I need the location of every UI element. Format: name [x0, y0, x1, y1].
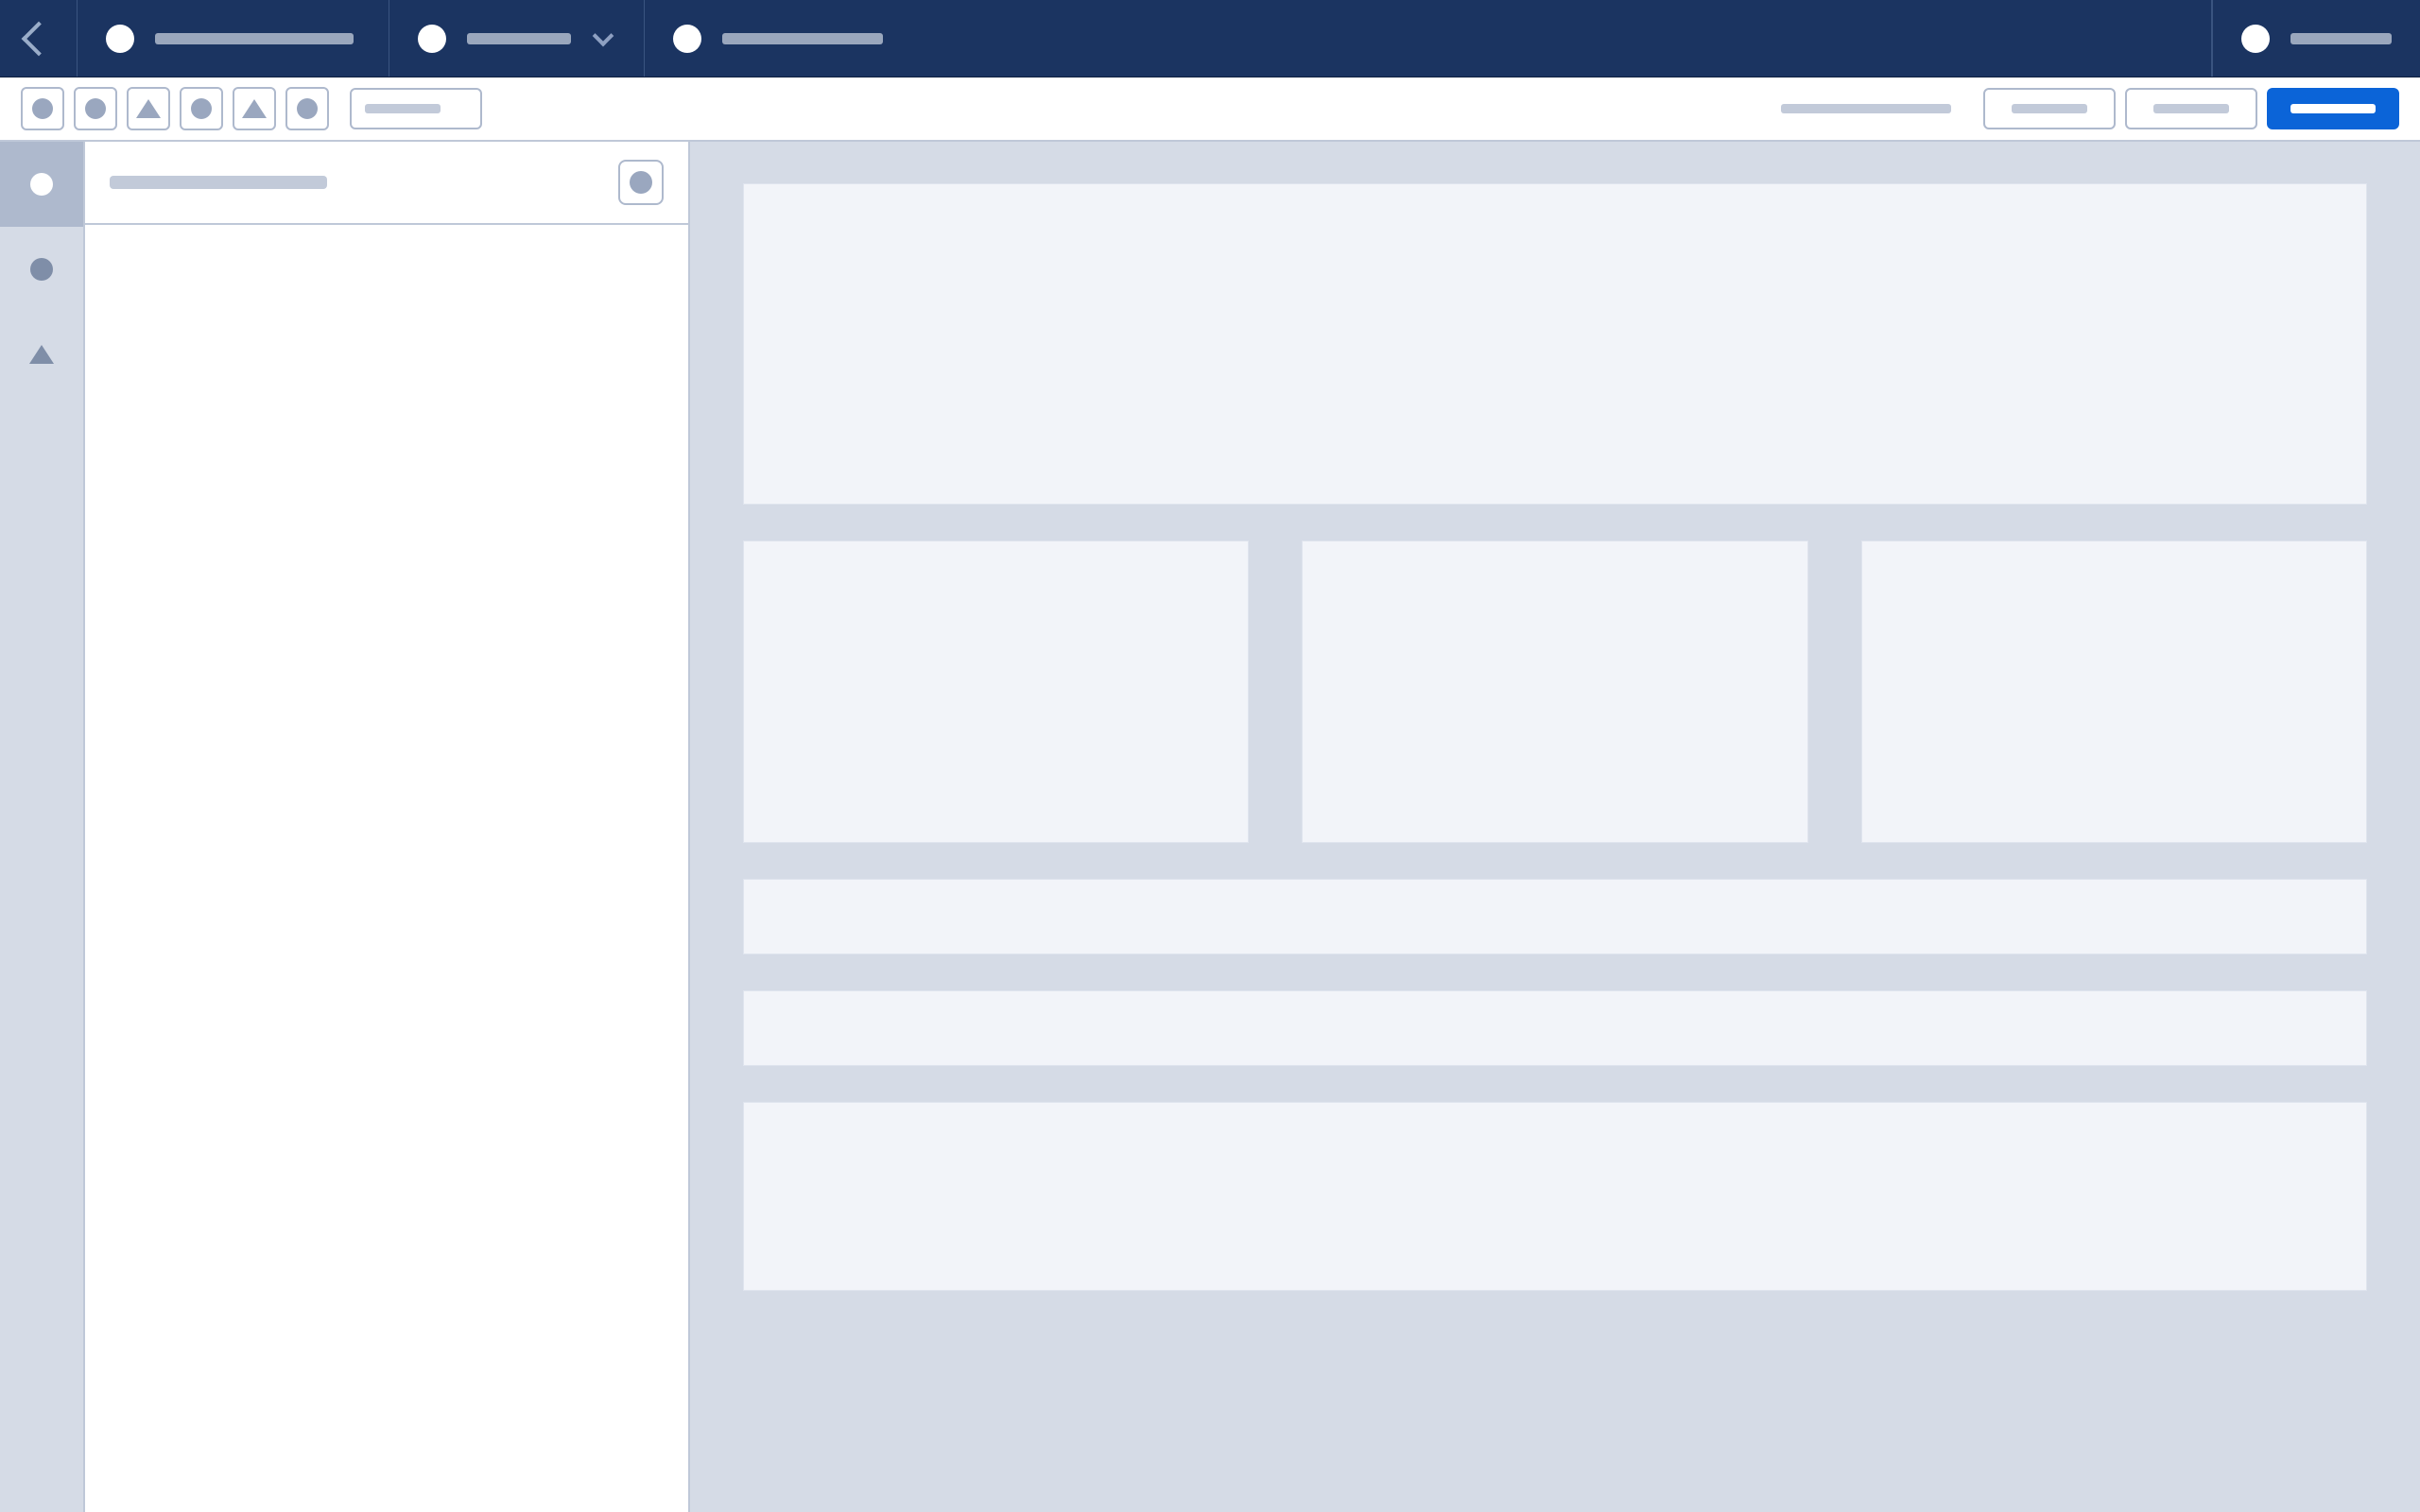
rail-item-3[interactable]	[0, 312, 83, 397]
hero-card[interactable]	[743, 183, 2367, 505]
chevron-down-icon	[593, 25, 614, 46]
side-panel: Panel title	[85, 142, 690, 1512]
nav-user[interactable]: Account	[2212, 0, 2420, 77]
search-placeholder	[365, 104, 441, 113]
circle-icon	[630, 171, 652, 194]
circle-icon	[2241, 25, 2270, 53]
nav-label-3	[722, 33, 883, 44]
secondary-button-1[interactable]: Cancel	[1983, 88, 2116, 129]
tool-4[interactable]	[180, 87, 223, 130]
nav-section-3[interactable]: Document	[645, 0, 2212, 77]
card-c[interactable]	[1861, 541, 2367, 843]
circle-icon	[85, 98, 106, 119]
button-label	[2153, 104, 2229, 113]
top-navigation: Back Workspace Project Document Account	[0, 0, 2420, 77]
panel-body[interactable]	[85, 225, 688, 1512]
panel-action-button[interactable]	[618, 160, 664, 205]
nav-user-label	[2290, 33, 2392, 44]
nav-section-2[interactable]: Project	[389, 0, 645, 77]
nav-section-1[interactable]: Workspace	[78, 0, 389, 77]
circle-icon	[191, 98, 212, 119]
main-canvas[interactable]	[690, 142, 2420, 1512]
nav-label-1	[155, 33, 354, 44]
tool-3[interactable]	[127, 87, 170, 130]
card-a[interactable]	[743, 541, 1249, 843]
circle-icon	[297, 98, 318, 119]
circle-icon	[30, 258, 53, 281]
circle-icon	[32, 98, 53, 119]
triangle-icon	[29, 345, 54, 364]
card-row	[743, 541, 2367, 843]
rail-item-1[interactable]	[0, 142, 83, 227]
card-b[interactable]	[1302, 541, 1807, 843]
panel-title	[110, 176, 327, 189]
status-text	[1781, 104, 1951, 113]
search-input[interactable]: Search	[350, 88, 482, 129]
tool-2[interactable]	[74, 87, 117, 130]
row-2[interactable]	[743, 990, 2367, 1066]
tool-5[interactable]	[233, 87, 276, 130]
secondary-button-2[interactable]: Preview	[2125, 88, 2257, 129]
triangle-icon	[242, 99, 267, 118]
circle-icon	[418, 25, 446, 53]
circle-icon	[673, 25, 701, 53]
button-label	[2012, 104, 2087, 113]
primary-button[interactable]: Save	[2267, 88, 2399, 129]
body: Panel title	[0, 142, 2420, 1512]
detail-card[interactable]	[743, 1102, 2367, 1291]
nav-label-2	[467, 33, 571, 44]
circle-icon	[30, 173, 53, 196]
toolbar: Search Status Cancel Preview Save	[0, 77, 2420, 142]
rail-item-2[interactable]	[0, 227, 83, 312]
tool-6[interactable]	[285, 87, 329, 130]
back-button[interactable]: Back	[0, 0, 78, 77]
arrow-left-icon	[21, 21, 56, 56]
panel-header: Panel title	[85, 142, 688, 225]
triangle-icon	[136, 99, 161, 118]
circle-icon	[106, 25, 134, 53]
row-1[interactable]	[743, 879, 2367, 954]
tool-1[interactable]	[21, 87, 64, 130]
left-rail	[0, 142, 85, 1512]
button-label	[2290, 104, 2376, 113]
